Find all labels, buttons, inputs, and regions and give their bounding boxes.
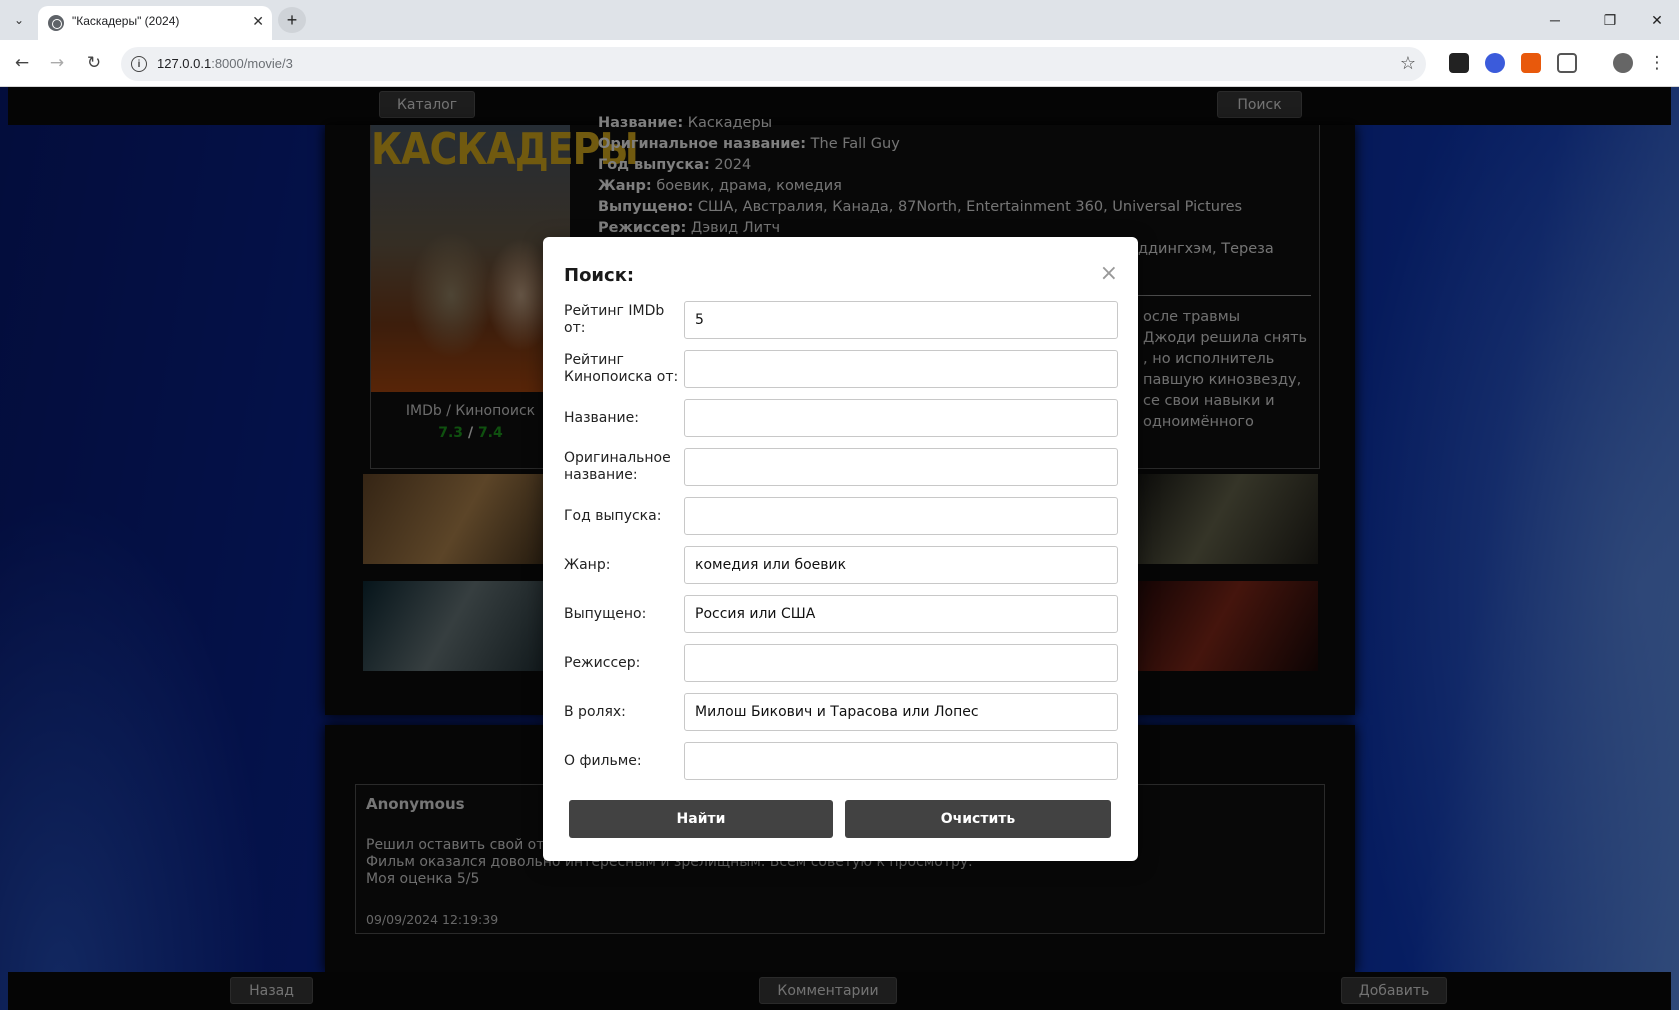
translate-extension-icon[interactable] — [1485, 53, 1505, 73]
globe-icon — [48, 15, 64, 31]
form-row: О фильме: — [564, 742, 1119, 780]
browser-tab[interactable]: "Каскадеры" (2024) ✕ — [38, 6, 272, 40]
released-input[interactable] — [684, 595, 1118, 633]
extension-icon[interactable] — [1521, 53, 1541, 73]
genre-input[interactable] — [684, 546, 1118, 584]
back-arrow-icon[interactable]: ← — [10, 51, 34, 75]
restore-icon[interactable]: ❐ — [1598, 8, 1622, 32]
profile-icon[interactable] — [1613, 53, 1633, 73]
about-label: О фильме: — [564, 753, 642, 769]
new-tab-button[interactable]: + — [278, 7, 306, 33]
imdb-rating-input[interactable] — [684, 301, 1118, 339]
imdb-rating-label: Рейтинг IMDb от: — [564, 303, 665, 336]
title-input[interactable] — [684, 399, 1118, 437]
minimize-icon[interactable]: ─ — [1543, 8, 1567, 32]
tab-bar: ⌄ "Каскадеры" (2024) ✕ + ─ ❐ ✕ — [0, 0, 1679, 40]
director-input[interactable] — [684, 644, 1118, 682]
extensions-puzzle-icon[interactable] — [1557, 53, 1577, 73]
search-modal: Поиск: × Рейтинг IMDb от: Рейтинг Кинопо… — [543, 237, 1138, 861]
bookmark-star-icon[interactable]: ☆ — [1400, 53, 1416, 74]
kp-rating-input[interactable] — [684, 350, 1118, 388]
reload-icon[interactable]: ↻ — [82, 51, 106, 75]
find-button[interactable]: Найти — [569, 800, 833, 838]
close-icon[interactable]: × — [1100, 261, 1118, 286]
browser-toolbar: ← → ↻ i 127.0.0.1:8000/movie/3 ☆ ⋮ — [0, 40, 1679, 87]
form-row: Рейтинг IMDb от: — [564, 301, 1119, 339]
url-text: 127.0.0.1:8000/movie/3 — [157, 56, 293, 71]
form-row: Рейтинг Кинопоиска от: — [564, 350, 1119, 388]
tab-close-icon[interactable]: ✕ — [252, 13, 264, 30]
tab-title: "Каскадеры" (2024) — [72, 14, 180, 28]
kp-rating-label: Рейтинг Кинопоиска от: — [564, 352, 679, 385]
page: Каталог Поиск КАСКАДЕРЫ IMDb / Кинопоиск… — [0, 87, 1679, 1010]
modal-title: Поиск: — [564, 265, 635, 286]
cast-input[interactable] — [684, 693, 1118, 731]
form-row: Выпущено: — [564, 595, 1119, 633]
director-label: Режиссер: — [564, 655, 641, 671]
site-info-icon[interactable]: i — [131, 56, 147, 72]
cast-label: В ролях: — [564, 704, 626, 720]
extension-icon[interactable] — [1449, 53, 1469, 73]
form-row: В ролях: — [564, 693, 1119, 731]
genre-label: Жанр: — [564, 557, 611, 573]
year-input[interactable] — [684, 497, 1118, 535]
form-row: Год выпуска: — [564, 497, 1119, 535]
form-row: Жанр: — [564, 546, 1119, 584]
original-title-label: Оригинальное название: — [564, 450, 671, 483]
address-bar[interactable]: i 127.0.0.1:8000/movie/3 ☆ — [121, 47, 1426, 81]
released-label: Выпущено: — [564, 606, 647, 622]
form-row: Название: — [564, 399, 1119, 437]
year-label: Год выпуска: — [564, 508, 662, 524]
clear-button[interactable]: Очистить — [845, 800, 1111, 838]
about-input[interactable] — [684, 742, 1118, 780]
forward-arrow-icon[interactable]: → — [45, 51, 69, 75]
tab-search-chevron-icon[interactable]: ⌄ — [8, 9, 30, 31]
form-row: Оригинальное название: — [564, 448, 1119, 486]
original-title-input[interactable] — [684, 448, 1118, 486]
title-label: Название: — [564, 410, 639, 426]
form-row: Режиссер: — [564, 644, 1119, 682]
menu-dots-icon[interactable]: ⋮ — [1645, 51, 1669, 75]
window-close-icon[interactable]: ✕ — [1645, 8, 1669, 32]
